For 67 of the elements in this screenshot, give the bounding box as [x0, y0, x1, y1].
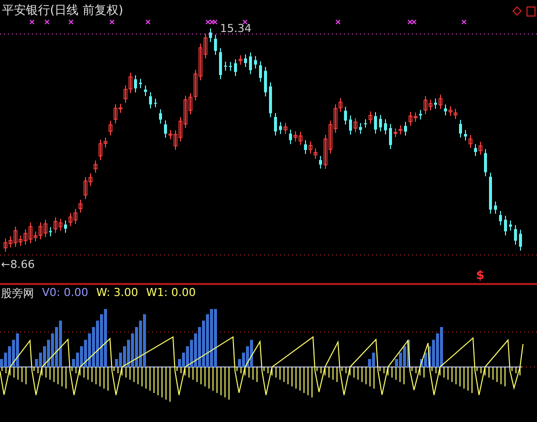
candlestick — [229, 62, 232, 72]
candlestick — [444, 104, 447, 116]
candlestick — [279, 122, 282, 134]
candlestick — [238, 54, 242, 66]
candlestick — [319, 156, 322, 170]
candlestick — [149, 92, 152, 109]
price-label: ←8.66 — [1, 258, 35, 271]
candlestick — [224, 61, 227, 72]
candlestick — [274, 112, 277, 136]
chart-title: 平安银行(日线 前复权) — [2, 2, 124, 19]
candlestick — [494, 201, 497, 214]
candlestick — [344, 106, 347, 126]
candlestick — [434, 98, 437, 110]
grid-line — [522, 366, 537, 368]
candlestick — [504, 215, 507, 236]
candlestick — [354, 118, 358, 133]
candlestick — [384, 118, 387, 135]
indicator-name: 股旁网 — [1, 286, 34, 301]
candlestick — [474, 144, 477, 156]
candlestick — [419, 109, 422, 120]
candlestick — [154, 98, 157, 108]
candlestick — [379, 114, 382, 132]
candlestick — [269, 82, 272, 118]
candlestick — [234, 58, 237, 76]
candlestick — [509, 220, 512, 232]
candlestick — [464, 130, 467, 141]
candlestick — [499, 210, 502, 226]
candlestick — [219, 48, 222, 80]
candlestick — [484, 148, 487, 177]
candlestick — [249, 52, 252, 75]
candlestick — [368, 110, 372, 124]
indicator-value: V0: 0.00 — [42, 286, 88, 301]
candlestick — [254, 56, 257, 70]
candlestick — [374, 112, 377, 134]
price-label: 15.34 — [220, 22, 252, 35]
candlestick — [438, 94, 442, 110]
candlestick — [289, 129, 292, 145]
candlestick — [214, 34, 217, 56]
candlestick — [144, 85, 147, 96]
candlestick — [478, 141, 482, 156]
candlestick — [364, 118, 367, 128]
candlestick — [159, 108, 162, 124]
candlestick — [259, 60, 262, 82]
indicator-value: W: 3.00 — [96, 286, 138, 301]
indicator-value: W1: 0.00 — [146, 286, 196, 301]
candlestick — [209, 28, 212, 42]
candlestick — [164, 120, 167, 138]
signal-mark: $ — [476, 268, 484, 282]
candlestick — [264, 66, 267, 97]
candlestick — [514, 224, 517, 246]
candlestick — [519, 229, 522, 252]
square-icon[interactable] — [526, 6, 536, 16]
candlestick — [49, 226, 52, 237]
candlestick — [139, 78, 142, 89]
candlestick — [349, 115, 352, 136]
candlestick — [404, 121, 407, 136]
candlestick — [304, 140, 307, 154]
candlestick — [64, 220, 67, 234]
candlestick — [459, 119, 462, 138]
candlestick — [134, 74, 137, 93]
candlestick — [284, 122, 288, 134]
diamond-icon[interactable] — [512, 6, 522, 16]
candlestick — [244, 54, 247, 68]
candlestick — [489, 172, 492, 214]
candlestick — [359, 122, 362, 134]
candlestick — [389, 124, 392, 150]
candlestick — [468, 134, 472, 148]
